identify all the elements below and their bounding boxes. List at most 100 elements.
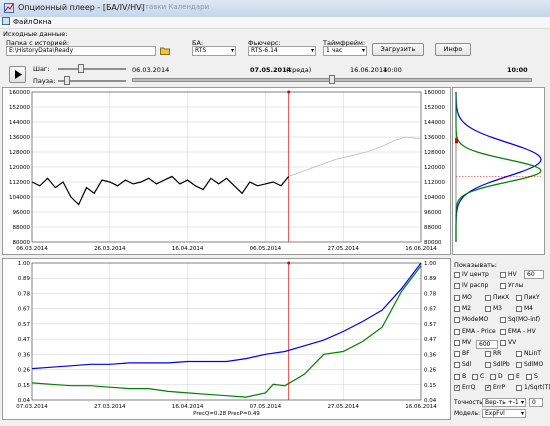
y-tick-label-left: 104000 xyxy=(9,195,30,201)
y-tick-label-left: 0.26 xyxy=(18,368,31,374)
accuracy-select[interactable]: Вер-ть +-1 xyxy=(482,398,526,407)
y-tick-label-left: 96000 xyxy=(13,210,31,216)
background-app-text: Ставки Календари xyxy=(140,3,210,11)
checkbox-m3[interactable] xyxy=(485,305,491,312)
y-tick-label-left: 0.89 xyxy=(18,276,31,282)
x-tick-label: 26.03.2014 xyxy=(94,246,126,252)
checkbox-modemo[interactable] xyxy=(454,317,460,324)
error-chart: 1.00 1.00 0.89 0.89 0.78 0.78 0.67 0.67 0.57 0.57… xyxy=(16,261,437,417)
accuracy-label: Точность: xyxy=(454,399,485,406)
hv-period-field[interactable]: 60 xyxy=(524,270,544,279)
x-tick-label: 27.05.2014 xyxy=(327,246,359,252)
series-line-1 xyxy=(288,136,422,177)
y-tick-label-right: 1.00 xyxy=(424,261,437,267)
checkbox-iv-распр[interactable] xyxy=(454,283,460,290)
distribution-chart xyxy=(455,92,542,242)
y-tick-label-left: 0.47 xyxy=(18,337,31,343)
series-line-1 xyxy=(31,265,422,398)
checkbox-label: IV распр xyxy=(462,282,489,290)
play-button[interactable] xyxy=(9,66,26,83)
checkbox-ema-price[interactable] xyxy=(454,328,460,335)
step-slider-thumb[interactable] xyxy=(78,64,84,73)
player-start-date: 06.03.2014 xyxy=(132,66,170,74)
checkbox-m4[interactable] xyxy=(516,305,522,312)
menu-file[interactable]: Файл xyxy=(13,18,32,26)
show-options-title: Показывать: xyxy=(454,261,497,269)
y-tick-label-left: 88000 xyxy=(13,225,31,231)
checkbox-sdlmo[interactable] xyxy=(516,362,522,369)
window-title: Опционный плеер - [БА/IV/HV] xyxy=(18,3,145,12)
y-tick-label-left: 144000 xyxy=(9,120,30,126)
checkbox-углы[interactable] xyxy=(500,283,506,290)
checkbox-label: ПикY xyxy=(524,293,540,301)
timeline-slider-thumb[interactable] xyxy=(329,75,335,84)
menu-bar: Файл Окна xyxy=(0,17,550,29)
x-tick-label: 16.06.2014 xyxy=(405,404,437,410)
y-tick-label-left: 0.78 xyxy=(18,291,31,297)
checkbox-пикх[interactable] xyxy=(485,294,491,301)
x-tick-label: 16.04.2014 xyxy=(172,404,204,410)
mv-period-field[interactable]: 600 xyxy=(476,340,498,349)
player-current-date: 07.05.2014 xyxy=(250,66,292,74)
checkbox-c[interactable] xyxy=(472,373,478,380)
checkbox-label: B xyxy=(462,372,467,380)
y-tick-label-right: 0.78 xyxy=(424,291,437,297)
y-tick-label-right: 0.15 xyxy=(424,383,437,389)
history-folder-field[interactable]: E:\HistoryData\Ready xyxy=(6,46,156,56)
info-button[interactable]: Инфо xyxy=(435,43,471,56)
checkbox-s[interactable] xyxy=(526,373,532,380)
menu-app-icon[interactable] xyxy=(2,17,10,27)
checkbox-d[interactable] xyxy=(490,373,496,380)
model-select[interactable]: ExpFvl xyxy=(482,409,526,418)
checkbox-пикy[interactable] xyxy=(516,294,522,301)
y-tick-label-right: 0.47 xyxy=(424,337,437,343)
checkbox-rr[interactable] xyxy=(485,351,491,358)
checkbox-label: SdlPb xyxy=(493,361,510,369)
folder-icon[interactable] xyxy=(160,46,170,55)
y-tick-label-right: 136000 xyxy=(424,135,445,141)
checkbox-label: M2 xyxy=(462,304,471,312)
checkbox-sq-mo-inf-[interactable] xyxy=(500,317,506,324)
checkbox-label: Sq(MO-inf) xyxy=(508,316,541,324)
checkbox-label: ModeMO xyxy=(462,316,489,324)
checkbox-label: Углы xyxy=(508,282,524,290)
series-line-0 xyxy=(31,175,290,206)
checkbox-errp[interactable] xyxy=(485,384,491,391)
checkbox-vv[interactable] xyxy=(500,339,506,346)
player-end-time: 10:00 xyxy=(383,66,402,74)
futures-select[interactable]: RTS-6.14 xyxy=(248,46,316,56)
pause-slider-thumb[interactable] xyxy=(64,76,70,85)
checkbox-sdl[interactable] xyxy=(454,362,460,369)
ba-select[interactable]: RTS xyxy=(192,46,236,56)
checkbox-m2[interactable] xyxy=(454,305,460,312)
step-slider[interactable] xyxy=(58,68,126,70)
checkbox-nlint[interactable] xyxy=(516,351,522,358)
checkbox-mo[interactable] xyxy=(454,294,460,301)
distribution-curve-0 xyxy=(455,92,542,242)
checkbox-b[interactable] xyxy=(454,373,460,380)
menu-windows[interactable]: Окна xyxy=(33,18,52,26)
chart-caption: PrecQ=0.28 PrecP=0.49 xyxy=(193,411,260,417)
checkbox-bf[interactable] xyxy=(454,351,460,358)
checkbox-label: VV xyxy=(508,338,517,346)
checkbox-ema-hv[interactable] xyxy=(500,328,506,335)
checkbox-1-sqrt-t-[interactable] xyxy=(516,385,522,391)
timeframe-select[interactable]: 1 час xyxy=(323,46,367,56)
checkbox-e[interactable] xyxy=(508,373,514,380)
checkbox-label: MV xyxy=(462,338,472,346)
checkbox-hv[interactable] xyxy=(500,272,506,278)
checkbox-errq[interactable] xyxy=(454,384,460,391)
player-end-date: 16.06.2014 xyxy=(350,66,388,74)
checkbox-mv[interactable] xyxy=(454,339,460,346)
checkbox-label: C xyxy=(480,372,485,380)
y-tick-label-left: 0.57 xyxy=(18,322,31,328)
checkbox-iv-центр[interactable] xyxy=(454,272,460,278)
time-cursor-marker xyxy=(287,261,291,265)
load-button[interactable]: Загрузить xyxy=(372,43,424,56)
checkbox-sdlpb[interactable] xyxy=(485,362,491,369)
checkbox-label: IV центр xyxy=(462,271,489,278)
accuracy-number-field[interactable]: 0 xyxy=(529,398,543,407)
step-label: Шаг: xyxy=(33,65,50,73)
checkbox-label: Sdl xyxy=(462,361,472,369)
checkbox-label: HV xyxy=(508,271,517,278)
